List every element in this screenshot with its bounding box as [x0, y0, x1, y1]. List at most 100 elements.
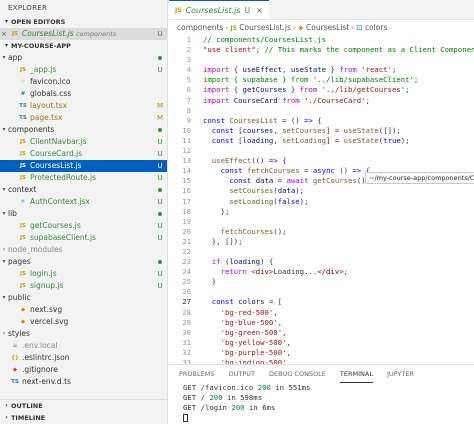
request-text: GET /	[183, 393, 210, 402]
project-header[interactable]: ▾ MY-COURSE-APP	[0, 40, 167, 52]
panel-tab-debug-console[interactable]: DEBUG CONSOLE	[269, 366, 326, 382]
code-line[interactable]: 29 'bg-blue-500',	[169, 318, 474, 328]
breadcrumb: components › JS CoursesList.js › ◈ CoursesLi…	[177, 23, 388, 32]
terminal-output[interactable]: GET /favicon.ico 200 in 551ms GET / 200 i…	[169, 383, 474, 423]
folder-pages[interactable]: ▾ pages	[0, 256, 167, 268]
tree-item-label: app	[8, 53, 23, 62]
code-line[interactable]: 6 import { getCourses } from '../lib/getC…	[169, 85, 474, 95]
file-clientnavbar-js[interactable]: JS ClientNavbar.js U	[0, 136, 167, 148]
folder-styles[interactable]: › styles	[0, 328, 167, 340]
file-authcontext-jsx[interactable]: ⚛ AuthContext.jsx U	[0, 196, 167, 208]
code-line[interactable]: 3	[169, 55, 474, 65]
code-line[interactable]: 16 setCourses(data);	[169, 186, 474, 196]
breadcrumb-variable[interactable]: colors	[365, 23, 387, 32]
code-line[interactable]: 9 const CoursesList = () => {	[169, 116, 474, 126]
file-next-env-d-ts[interactable]: TS next-env.d.ts	[0, 376, 167, 388]
code-line[interactable]: 2 "use client"; // This marks the compone…	[169, 45, 474, 55]
code-line[interactable]: 18 };	[169, 207, 474, 217]
js-file-icon: JS	[19, 67, 26, 73]
code-text: setLoading(false);	[229, 196, 309, 206]
code-line[interactable]: 4 import { useEffect, useState } from 're…	[169, 65, 474, 75]
file-globals-css[interactable]: # globals.css	[0, 88, 167, 100]
tree-item-label: vercel.svg	[30, 317, 69, 326]
terminal-prompt[interactable]	[183, 413, 474, 423]
breadcrumb-file[interactable]: CoursesList.js	[239, 23, 291, 32]
panel-tab-output[interactable]: OUTPUT	[228, 366, 255, 382]
css-file-icon: ⚛	[20, 199, 26, 205]
code-line[interactable]: 7 import CourseCard from './CourseCard';	[169, 96, 474, 106]
code-line[interactable]: 10 const [courses, setCourses] = useStat…	[169, 126, 474, 136]
file-supabaseclient-js[interactable]: JS supabaseClient.js U	[0, 232, 167, 244]
open-editor-item[interactable]: × JS CoursesList.js components U	[0, 28, 167, 40]
panel-tab-problems[interactable]: PROBLEMS	[179, 366, 214, 382]
panel-tab-jupyter[interactable]: JUPYTER	[387, 366, 414, 382]
code-line[interactable]: 23 if (loading) {	[169, 257, 474, 267]
code-line[interactable]: 31 'bg-yellow-500',	[169, 338, 474, 348]
line-number: 1	[186, 35, 191, 44]
file-vercel-svg[interactable]: ◆ vercel.svg	[0, 316, 167, 328]
code-line[interactable]: 12	[169, 146, 474, 156]
file-courseslist-js[interactable]: JS CoursesList.js U	[0, 160, 167, 172]
file-login-js[interactable]: JS login.js U	[0, 268, 167, 280]
code-line[interactable]: 30 'bg-green-500',	[169, 328, 474, 338]
line-number: 14	[182, 166, 191, 176]
code-line[interactable]: 20 fetchCourses();	[169, 227, 474, 237]
open-editors-header[interactable]: ▾ OPEN EDITORS	[0, 16, 167, 28]
file-layout-tsx[interactable]: TS layout.tsx M	[0, 100, 167, 112]
file-protectedroute-js[interactable]: JS ProtectedRoute.js U	[0, 172, 167, 184]
folder-lib[interactable]: ▾ lib	[0, 208, 167, 220]
code-line[interactable]: 22	[169, 247, 474, 257]
folder-node-modules[interactable]: › node_modules	[0, 244, 167, 256]
line-number: 23	[182, 257, 191, 267]
request-text: GET /favicon.ico	[183, 383, 258, 392]
file-env-local[interactable]: ≡ .env.local	[0, 340, 167, 352]
code-line[interactable]: 28 'bg-red-500',	[169, 308, 474, 318]
code-line[interactable]: 32 'bg-purple-500',	[169, 348, 474, 358]
tree-item-label: getCourses.js	[30, 221, 81, 230]
file-favicon-ico[interactable]: ☆ favicon.ico	[0, 76, 167, 88]
folder-context[interactable]: ▾ context	[0, 184, 167, 196]
code-line[interactable]: 25 }	[169, 277, 474, 287]
file-signup-js[interactable]: JS signup.js U	[0, 280, 167, 292]
breadcrumb-folder[interactable]: components	[177, 23, 223, 32]
code-line[interactable]: 17 setLoading(false);	[169, 197, 474, 207]
env-file-icon: ≡	[12, 343, 18, 349]
file-app-js[interactable]: JS _app.js U	[0, 64, 167, 76]
code-text: return <div>Loading...</div>;	[220, 267, 349, 277]
tree-item-label: signup.js	[30, 281, 64, 290]
code-line[interactable]: 1 // components/CoursesList.js	[169, 35, 474, 45]
file-coursecard-js[interactable]: JS CourseCard.js U	[0, 148, 167, 160]
code-line[interactable]: 24 return <div>Loading...</div>;	[169, 267, 474, 277]
tree-item-label: AuthContext.jsx	[30, 197, 90, 206]
breadcrumb-symbol[interactable]: CoursesList	[306, 23, 349, 32]
code-line[interactable]: 21 }, []);	[169, 237, 474, 247]
tree-item-label: next.svg	[30, 305, 63, 314]
file-eslintrc-json[interactable]: {} .eslintrc.json	[0, 352, 167, 364]
folder-app[interactable]: ▾ app	[0, 52, 167, 64]
outline-header[interactable]: › OUTLINE	[0, 400, 167, 412]
file-next-svg[interactable]: ◆ next.svg	[0, 304, 167, 316]
code-line[interactable]: 13 useEffect(() => {	[169, 156, 474, 166]
close-icon[interactable]: ×	[0, 28, 8, 40]
code-line[interactable]: 5 import { supabase } from '../lib/supaba…	[169, 75, 474, 85]
code-line[interactable]: 27 const colors = [	[169, 297, 474, 307]
file-getcourses-js[interactable]: JS getCourses.js U	[0, 220, 167, 232]
panel-tab-terminal[interactable]: TERMINAL	[339, 366, 373, 383]
editor-tab[interactable]: JS CoursesList.js U ×	[169, 0, 269, 19]
code-line[interactable]: 26	[169, 287, 474, 297]
folder-public[interactable]: ▾ public	[0, 292, 167, 304]
bottom-panel: PROBLEMS OUTPUT DEBUG CONSOLE TERMINAL JUPYT…	[169, 364, 474, 424]
file-gitignore[interactable]: ◆ .gitignore	[0, 364, 167, 376]
close-icon[interactable]: ×	[256, 6, 263, 15]
code-text: 'bg-yellow-500',	[220, 337, 291, 347]
code-editor[interactable]: 1 // components/CoursesList.js 2 "use clien…	[169, 35, 474, 364]
js-file-icon: JS	[19, 163, 26, 169]
code-line[interactable]: 8	[169, 106, 474, 116]
file-page-tsx[interactable]: TS page.tsx M	[0, 112, 167, 124]
folder-components[interactable]: ▾ components	[0, 124, 167, 136]
code-line[interactable]: 19	[169, 217, 474, 227]
timeline-header[interactable]: › TIMELINE	[0, 412, 167, 424]
code-text: const CoursesList = () => {	[203, 115, 322, 125]
js-file-icon: JS	[19, 283, 26, 289]
code-line[interactable]: 11 const [loading, setLoading] = useStat…	[169, 136, 474, 146]
